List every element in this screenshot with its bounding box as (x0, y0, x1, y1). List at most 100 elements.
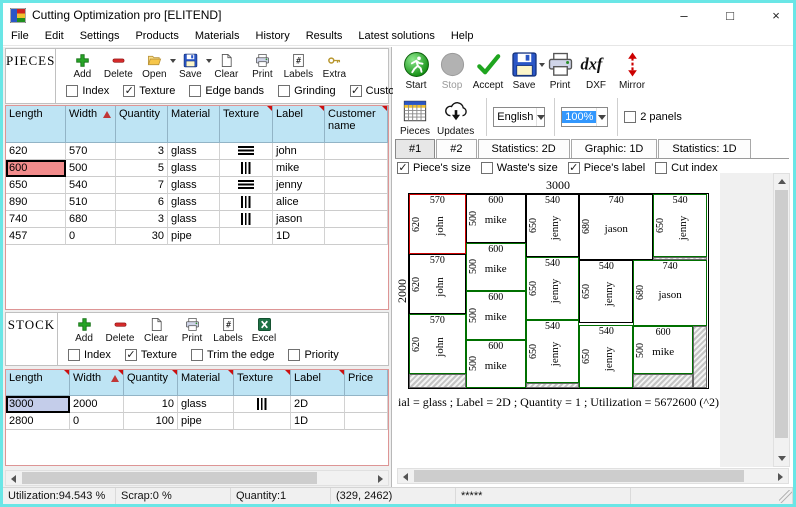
cell-price[interactable] (345, 396, 388, 413)
scroll-down-icon[interactable] (778, 456, 786, 461)
checkbox-priority[interactable]: Priority (288, 349, 338, 361)
input-horizontal-scrollbar[interactable] (5, 470, 389, 486)
diagram-horizontal-scrollbar[interactable] (397, 468, 789, 484)
menu-item-help[interactable]: Help (443, 28, 482, 44)
start-button[interactable]: Start (399, 49, 433, 91)
minimize-button[interactable]: – (677, 8, 691, 23)
column-header-material[interactable]: Material (168, 106, 220, 143)
column-header-length[interactable]: Length (6, 106, 66, 143)
diagram-piece-jenny[interactable]: 540650jenny (526, 257, 580, 320)
checkbox-waste-s-size[interactable]: Waste's size (481, 162, 558, 174)
cell-length[interactable]: 600 (6, 160, 66, 177)
diagram-piece-jenny[interactable]: 540650jenny (579, 260, 633, 323)
cell-label[interactable]: mike (273, 160, 325, 177)
add-button[interactable]: Add (66, 52, 98, 80)
cell-length[interactable]: 457 (6, 228, 66, 245)
stop-button[interactable]: Stop (435, 49, 469, 91)
resize-grip-icon[interactable] (779, 490, 792, 503)
delete-button[interactable]: Delete (102, 52, 134, 80)
tab-2[interactable]: #2 (436, 139, 476, 158)
menu-item-products[interactable]: Products (127, 28, 186, 44)
cell-label[interactable]: 2D (291, 396, 345, 413)
cell-label[interactable]: alice (273, 194, 325, 211)
menu-item-latest-solutions[interactable]: Latest solutions (350, 28, 442, 44)
cell-price[interactable] (345, 413, 388, 430)
diagram-vertical-scrollbar[interactable] (773, 173, 790, 467)
scrollbar-thumb[interactable] (775, 190, 788, 438)
cell-length[interactable]: 3000 (6, 396, 70, 413)
column-header-material[interactable]: Material (178, 370, 234, 396)
updates-button[interactable]: Updates (437, 97, 474, 137)
checkbox-texture[interactable]: ✓Texture (123, 85, 175, 97)
extra-button[interactable]: Extra (318, 52, 350, 80)
open-button[interactable]: Open (138, 52, 170, 80)
cell-label[interactable]: john (273, 143, 325, 160)
diagram-piece-jenny[interactable]: 540650jenny (653, 194, 707, 257)
cell-label[interactable]: 1D (291, 413, 345, 430)
language-select[interactable]: English (493, 107, 545, 127)
cell-customer[interactable] (325, 228, 388, 245)
cell-width[interactable]: 0 (70, 413, 124, 430)
checkbox-grinding[interactable]: Grinding (278, 85, 336, 97)
diagram-piece-john[interactable]: 570620john (409, 254, 466, 314)
cell-length[interactable]: 650 (6, 177, 66, 194)
cell-texture[interactable] (220, 160, 273, 177)
checkbox-trim-the-edge[interactable]: Trim the edge (191, 349, 274, 361)
menu-item-file[interactable]: File (3, 28, 37, 44)
cell-label[interactable]: 1D (273, 228, 325, 245)
diagram-piece-mike[interactable]: 600500mike (466, 291, 526, 340)
column-header-customer-name[interactable]: Customer name (325, 106, 388, 143)
cell-material[interactable]: glass (168, 177, 220, 194)
diagram-piece-mike[interactable]: 600500mike (466, 243, 526, 292)
cell-texture[interactable] (234, 396, 291, 413)
diagram-piece-jenny[interactable]: 540650jenny (526, 194, 580, 257)
scroll-right-icon[interactable] (778, 473, 783, 481)
accept-button[interactable]: Accept (471, 49, 505, 91)
diagram-piece-jenny[interactable]: 540650jenny (526, 320, 580, 383)
combo-arrow-icon[interactable] (536, 108, 545, 126)
cell-width[interactable]: 500 (66, 160, 116, 177)
column-header-length[interactable]: Length (6, 370, 70, 396)
scroll-left-icon[interactable] (403, 473, 408, 481)
menu-item-edit[interactable]: Edit (37, 28, 72, 44)
cell-width[interactable]: 680 (66, 211, 116, 228)
cell-quantity[interactable]: 6 (116, 194, 168, 211)
menu-item-results[interactable]: Results (298, 28, 351, 44)
labels-button[interactable]: #Labels (282, 52, 314, 80)
mirror-button[interactable]: Mirror (615, 49, 649, 91)
delete-button[interactable]: Delete (104, 316, 136, 344)
checkbox-texture[interactable]: ✓Texture (125, 349, 177, 361)
checkbox-piece-s-label[interactable]: ✓Piece's label (568, 162, 645, 174)
cell-customer[interactable] (325, 194, 388, 211)
labels-button[interactable]: #Labels (212, 316, 244, 344)
cell-label[interactable]: jenny (273, 177, 325, 194)
column-header-width[interactable]: Width (70, 370, 124, 396)
diagram-piece-mike[interactable]: 600500mike (466, 194, 526, 243)
cell-material[interactable]: glass (178, 396, 234, 413)
diagram-piece-jenny[interactable]: 540650jenny (579, 325, 633, 388)
cell-length[interactable]: 890 (6, 194, 66, 211)
cell-material[interactable]: pipe (178, 413, 234, 430)
excel-button[interactable]: Excel (248, 316, 280, 344)
cell-texture[interactable] (220, 228, 273, 245)
close-button[interactable]: × (769, 8, 783, 23)
zoom-select[interactable]: 100% (561, 107, 608, 127)
scroll-left-icon[interactable] (11, 475, 16, 483)
diagram-piece-jason[interactable]: 740680jason (633, 260, 707, 326)
scroll-up-icon[interactable] (778, 179, 786, 184)
menu-item-settings[interactable]: Settings (72, 28, 128, 44)
scrollbar-thumb[interactable] (22, 472, 317, 484)
cell-width[interactable]: 570 (66, 143, 116, 160)
cell-quantity[interactable]: 3 (116, 211, 168, 228)
checkbox-index[interactable]: Index (68, 349, 111, 361)
checkbox-piece-s-size[interactable]: ✓Piece's size (397, 162, 471, 174)
print-button[interactable]: Print (176, 316, 208, 344)
diagram-piece-john[interactable]: 570620john (409, 314, 466, 374)
cell-width[interactable]: 540 (66, 177, 116, 194)
diagram-piece-mike[interactable]: 600500mike (466, 340, 526, 389)
cell-length[interactable]: 620 (6, 143, 66, 160)
cell-texture[interactable] (220, 177, 273, 194)
tab-1[interactable]: #1 (395, 139, 435, 158)
cell-customer[interactable] (325, 177, 388, 194)
cell-quantity[interactable]: 7 (116, 177, 168, 194)
